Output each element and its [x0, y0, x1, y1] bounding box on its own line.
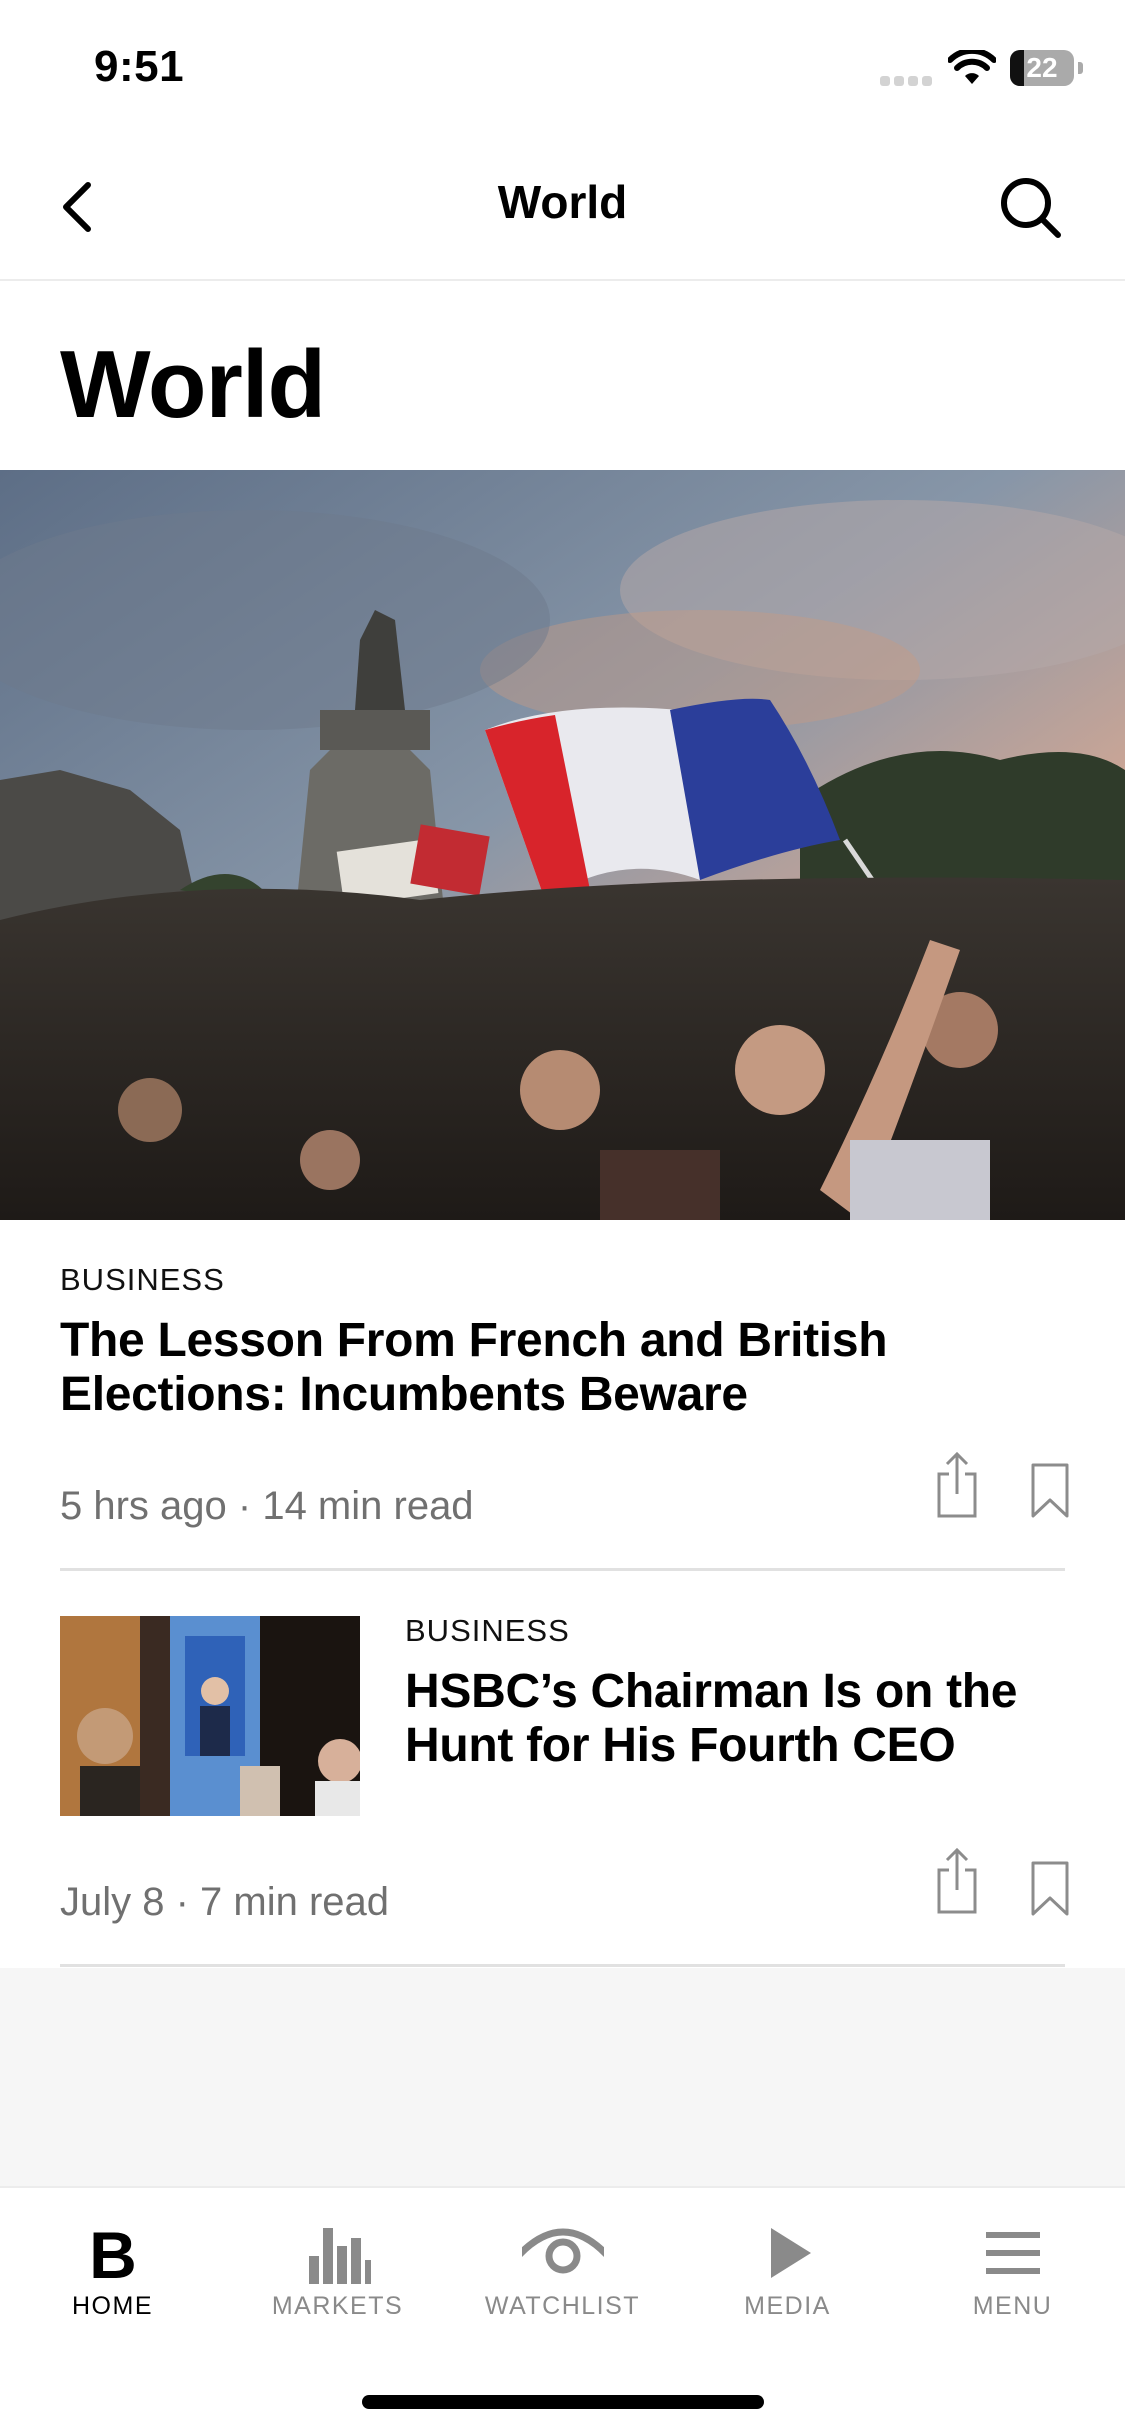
brand-b-icon: B: [89, 2218, 137, 2292]
tab-menu[interactable]: MENU: [900, 2188, 1125, 2328]
cellular-signal-icon: [880, 74, 936, 86]
tab-label: HOME: [72, 2292, 153, 2320]
nav-bar: World: [0, 135, 1125, 281]
battery-level: 22: [1026, 52, 1058, 83]
wifi-icon: [948, 50, 996, 84]
status-time: 9:51: [94, 42, 185, 91]
search-icon[interactable]: [996, 173, 1066, 243]
divider: [60, 1964, 1065, 1967]
svg-text:B: B: [89, 2218, 137, 2292]
article-category[interactable]: BUSINESS: [405, 1613, 1065, 1649]
article-meta: July 8 · 7 min read: [60, 1880, 390, 1924]
status-bar: 9:51 22: [0, 0, 1125, 135]
share-icon[interactable]: [937, 1846, 977, 1916]
tab-label: MARKETS: [271, 2292, 404, 2320]
hero-image[interactable]: [0, 470, 1125, 1220]
play-icon: [771, 2228, 811, 2278]
content-end-area: [0, 1968, 1125, 2186]
divider: [60, 1568, 1065, 1571]
hamburger-icon: [986, 2232, 1040, 2274]
tab-label: MEDIA: [744, 2292, 831, 2320]
battery-icon: 22: [1010, 50, 1083, 86]
tab-label: WATCHLIST: [484, 2292, 641, 2320]
nav-title: World: [497, 176, 628, 228]
tab-media[interactable]: MEDIA: [675, 2188, 900, 2328]
share-icon[interactable]: [937, 1450, 977, 1520]
bookmark-icon[interactable]: [1030, 1860, 1070, 1918]
tab-markets[interactable]: MARKETS: [225, 2188, 450, 2328]
article-thumbnail[interactable]: [60, 1616, 360, 1816]
article-card[interactable]: BUSINESS The Lesson From French and Brit…: [60, 1262, 1065, 1422]
article-meta: 5 hrs ago · 14 min read: [60, 1484, 474, 1528]
article-category[interactable]: BUSINESS: [60, 1262, 1065, 1298]
tab-watchlist[interactable]: WATCHLIST: [450, 2188, 675, 2328]
article-headline[interactable]: HSBC’s Chairman Is on the Hunt for His F…: [405, 1665, 1065, 1773]
tab-label: MENU: [972, 2292, 1053, 2320]
article-card[interactable]: BUSINESS HSBC’s Chairman Is on the Hunt …: [405, 1613, 1065, 1773]
article-headline[interactable]: The Lesson From French and British Elect…: [60, 1314, 1065, 1422]
bar-chart-icon: [309, 2228, 371, 2284]
tab-home[interactable]: B HOME: [0, 2188, 225, 2328]
bookmark-icon[interactable]: [1030, 1462, 1070, 1520]
eye-icon: [522, 2228, 604, 2274]
page-title: World: [60, 331, 326, 438]
home-indicator: [362, 2395, 764, 2409]
